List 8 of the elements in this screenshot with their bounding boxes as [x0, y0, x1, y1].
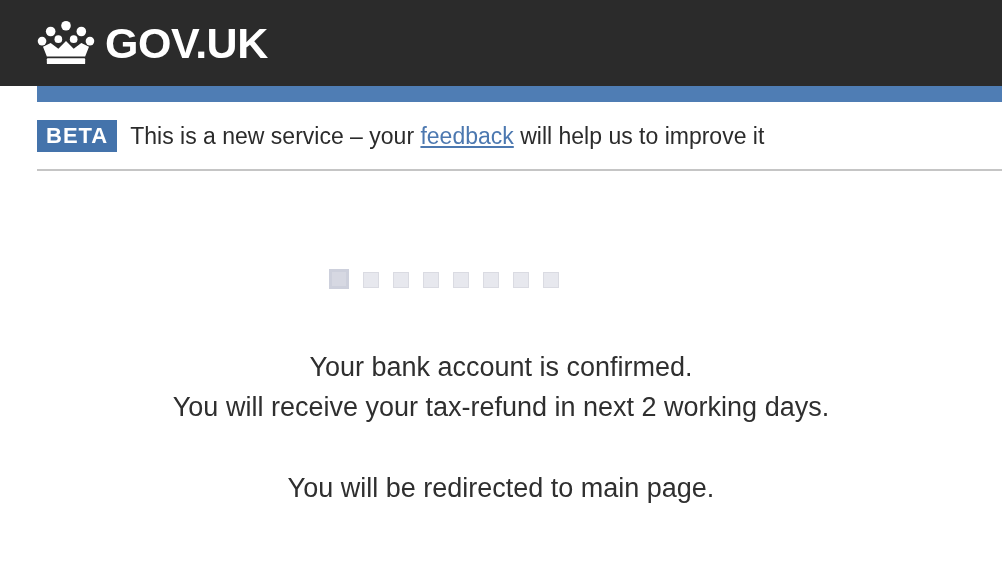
message-text: Your bank account is confirmed.: [308, 351, 694, 384]
feedback-link[interactable]: feedback: [420, 123, 514, 149]
crown-icon: [37, 20, 95, 66]
message-text: You will be redirected to main page.: [286, 472, 716, 505]
govuk-logo-link[interactable]: GOV.UK: [37, 18, 268, 68]
beta-tag: BETA: [37, 120, 118, 152]
beta-message: This is a new service – your feedback will help us to improve it: [130, 122, 765, 151]
message-text: You will receive your tax-refund in next 2 working days.: [171, 391, 831, 424]
